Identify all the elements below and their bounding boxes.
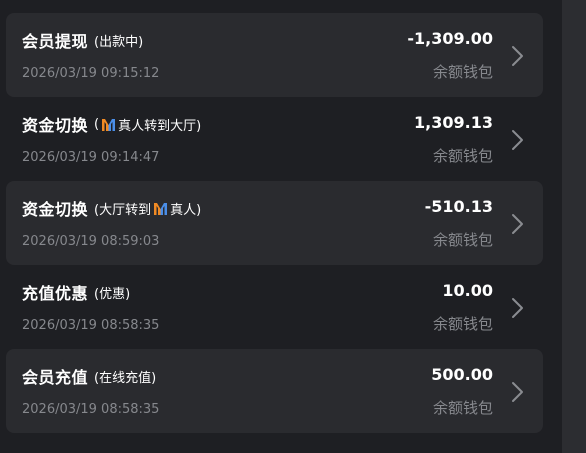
transaction-amount: -1,309.00 — [407, 29, 493, 48]
transaction-detail-text: (出款中) — [94, 34, 144, 50]
transaction-detail-text: (大厅转到 — [94, 202, 152, 218]
transaction-time: 2026/03/19 08:58:35 — [22, 318, 160, 333]
transaction-time: 2026/03/19 09:14:47 — [22, 150, 160, 165]
wallet-label: 余额钱包 — [432, 315, 493, 333]
chevron-right-icon[interactable] — [511, 381, 525, 403]
transaction-row[interactable]: 会员充值 (在线充值) 2026/03/19 08:58:35 500.00 余额钱包 — [6, 349, 543, 433]
transaction-time: 2026/03/19 08:58:35 — [22, 402, 160, 417]
transaction-title-line: 资金切换 (大厅转到 真人) — [22, 198, 201, 219]
transaction-title-line: 会员充值 (在线充值) — [22, 366, 156, 387]
chevron-right-icon[interactable] — [511, 297, 525, 319]
transaction-detail-text-2: 真人) — [170, 202, 202, 218]
transaction-type: 会员提现 — [22, 32, 89, 51]
transaction-amount: 10.00 — [442, 281, 493, 300]
transaction-row[interactable]: 资金切换 (大厅转到 真人) 2026/03/19 08:59:03 -510.13 余额… — [6, 181, 543, 265]
wallet-label: 余额钱包 — [432, 231, 493, 249]
transaction-title-line: 资金切换 ( 真人转到大厅) — [22, 114, 201, 135]
transaction-type: 会员充值 — [22, 368, 89, 387]
transaction-detail: (优惠) — [94, 283, 130, 302]
transaction-row[interactable]: 会员提现 (出款中) 2026/03/19 09:15:12 -1,309.00 余额钱… — [6, 13, 543, 97]
scrollbar-track[interactable] — [562, 0, 586, 453]
transaction-time: 2026/03/19 08:59:03 — [22, 234, 160, 249]
wallet-label: 余额钱包 — [432, 147, 493, 165]
transaction-records: 会员提现 (出款中) 2026/03/19 09:15:12 -1,309.00 余额钱… — [6, 13, 543, 433]
transaction-detail: (大厅转到 真人) — [94, 199, 201, 218]
brand-logo-icon — [154, 202, 168, 215]
transaction-row[interactable]: 充值优惠 (优惠) 2026/03/19 08:58:35 10.00 余额钱包 — [6, 265, 543, 349]
transaction-amount: -510.13 — [424, 197, 493, 216]
chevron-right-icon[interactable] — [511, 45, 525, 67]
transaction-row[interactable]: 资金切换 ( 真人转到大厅) 2026/03/19 09:14:47 1,309.13 余… — [6, 97, 543, 181]
transaction-detail: (在线充值) — [94, 367, 156, 386]
transaction-detail-text: (优惠) — [94, 286, 131, 302]
brand-logo-icon — [102, 118, 116, 131]
wallet-label: 余额钱包 — [432, 63, 493, 81]
transaction-detail-text-2: 真人转到大厅) — [118, 118, 202, 134]
transaction-type: 充值优惠 — [22, 284, 89, 303]
transaction-type: 资金切换 — [22, 116, 89, 135]
transaction-title-line: 会员提现 (出款中) — [22, 30, 143, 51]
transaction-amount: 500.00 — [431, 365, 493, 384]
transaction-amount: 1,309.13 — [414, 113, 493, 132]
transaction-title-line: 充值优惠 (优惠) — [22, 282, 130, 303]
transaction-detail: (出款中) — [94, 31, 143, 50]
wallet-label: 余额钱包 — [432, 399, 493, 417]
transaction-time: 2026/03/19 09:15:12 — [22, 66, 160, 81]
transaction-list-panel: 会员提现 (出款中) 2026/03/19 09:15:12 -1,309.00 余额钱… — [0, 0, 562, 453]
transaction-detail-text: (在线充值) — [94, 370, 157, 386]
transaction-type: 资金切换 — [22, 200, 89, 219]
transaction-detail-text: ( — [94, 116, 100, 132]
transaction-detail: ( 真人转到大厅) — [94, 115, 201, 134]
chevron-right-icon[interactable] — [511, 129, 525, 151]
chevron-right-icon[interactable] — [511, 213, 525, 235]
